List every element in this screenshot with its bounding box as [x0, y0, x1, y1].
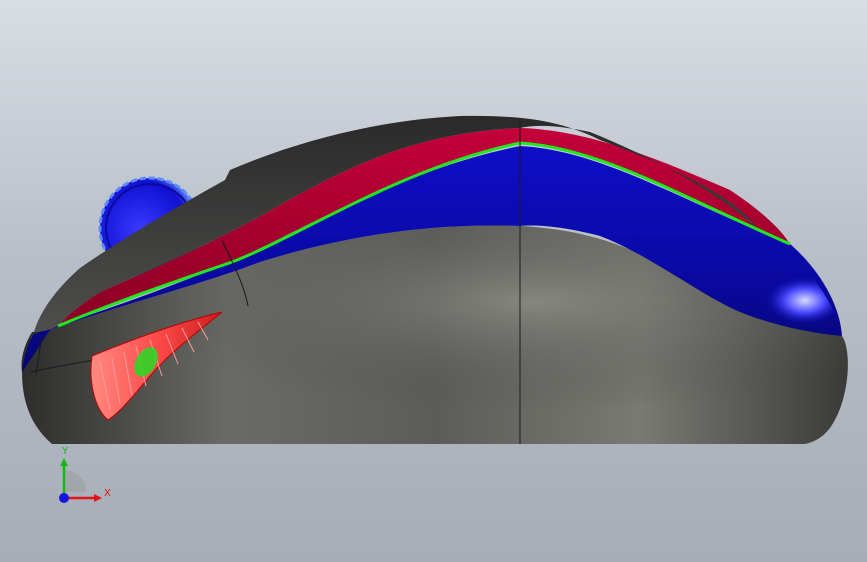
3d-viewport[interactable]: X Y [0, 0, 867, 562]
model-view[interactable] [0, 0, 867, 562]
x-axis-label: X [104, 488, 111, 499]
z-axis-dot [59, 493, 69, 503]
axis-triad: X Y [59, 446, 111, 503]
y-axis-label: Y [61, 446, 69, 457]
